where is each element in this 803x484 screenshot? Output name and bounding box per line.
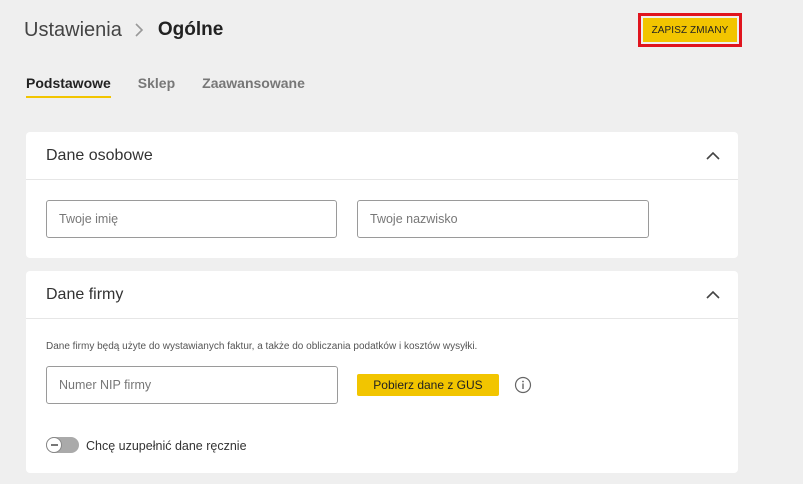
tab-bar: Podstawowe Sklep Zaawansowane bbox=[26, 74, 332, 100]
last-name-input[interactable] bbox=[357, 200, 649, 238]
toggle-off-icon bbox=[46, 437, 62, 453]
first-name-input[interactable] bbox=[46, 200, 337, 238]
tab-shop[interactable]: Sklep bbox=[138, 74, 175, 100]
company-data-card: Dane firmy Dane firmy będą użyte do wyst… bbox=[26, 271, 738, 473]
save-button-highlight: ZAPISZ ZMIANY bbox=[638, 13, 742, 47]
manual-entry-toggle[interactable] bbox=[46, 437, 79, 453]
chevron-up-icon[interactable] bbox=[704, 146, 722, 164]
breadcrumb: Ustawienia Ogólne bbox=[24, 18, 223, 42]
personal-data-card: Dane osobowe bbox=[26, 132, 738, 258]
info-icon[interactable] bbox=[514, 376, 532, 394]
save-changes-button[interactable]: ZAPISZ ZMIANY bbox=[643, 18, 737, 42]
chevron-up-icon[interactable] bbox=[704, 285, 722, 303]
tab-basic[interactable]: Podstawowe bbox=[26, 74, 111, 100]
nip-input[interactable] bbox=[46, 366, 338, 404]
tab-advanced[interactable]: Zaawansowane bbox=[202, 74, 305, 100]
personal-data-title: Dane osobowe bbox=[46, 147, 153, 164]
company-data-header[interactable]: Dane firmy bbox=[26, 271, 738, 319]
company-data-description: Dane firmy będą użyte do wystawianych fa… bbox=[46, 341, 478, 352]
fetch-gus-button[interactable]: Pobierz dane z GUS bbox=[357, 374, 499, 396]
page-title: Ogólne bbox=[157, 19, 224, 40]
personal-data-header[interactable]: Dane osobowe bbox=[26, 132, 738, 180]
company-data-title: Dane firmy bbox=[46, 286, 124, 303]
chevron-right-icon bbox=[128, 18, 150, 42]
manual-entry-label: Chcę uzupełnić dane ręcznie bbox=[86, 439, 247, 453]
breadcrumb-root[interactable]: Ustawienia bbox=[24, 19, 122, 42]
